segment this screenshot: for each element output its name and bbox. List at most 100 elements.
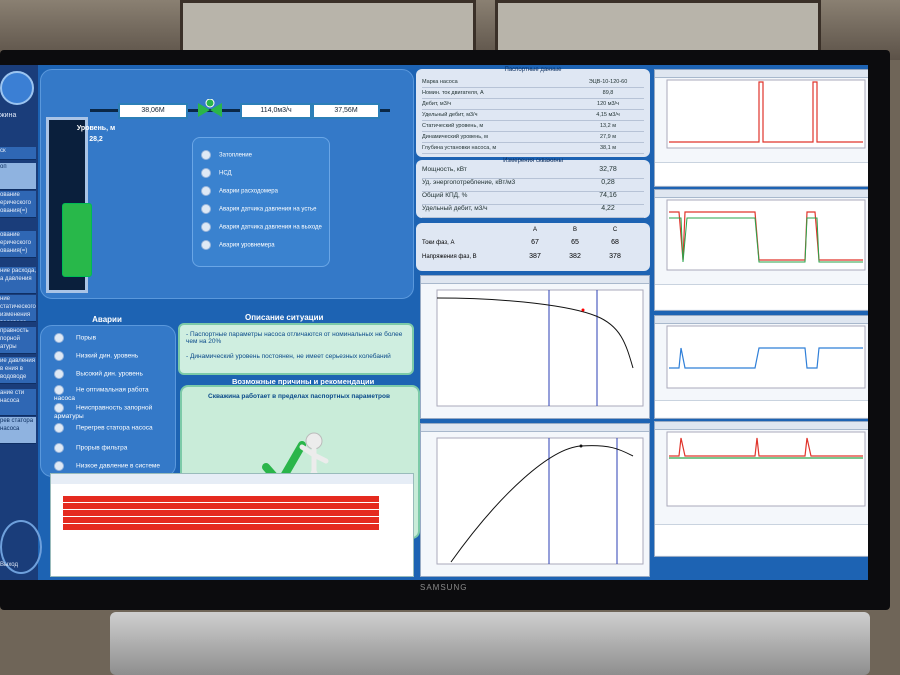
passport-row: Статический уровень, м 13,2 м	[422, 123, 644, 132]
current-b: 65	[571, 239, 579, 246]
monitor-brand: SAMSUNG	[420, 583, 468, 592]
pump-curve-chart-2[interactable]	[420, 423, 650, 577]
alarm-item-4: Неисправность запорной арматуры	[54, 403, 153, 420]
log-header	[51, 474, 413, 484]
screen: жина ск оп ование ерического ования(=) о…	[0, 65, 868, 580]
situation-title: Описание ситуации	[245, 313, 324, 322]
log-row[interactable]	[63, 524, 379, 530]
log-row[interactable]	[63, 503, 379, 509]
passport-title: Паспортные данные	[504, 67, 562, 73]
alarm-item-0: Порыв	[54, 333, 96, 343]
sidebar-item-8[interactable]: рев статора насоса	[0, 417, 36, 444]
log-row[interactable]	[63, 517, 379, 523]
situation-line-2: - Динамический уровень постоянен, не име…	[186, 353, 391, 360]
trend-legend-4	[655, 524, 868, 555]
lamp-icon	[54, 333, 64, 343]
alarm-item-6: Прорыв фильтра	[54, 443, 127, 453]
alarm-item-1: Низкий дин. уровень	[54, 351, 138, 361]
measurement-row: Общий КПД, % 74,16	[422, 192, 644, 205]
trend-chart-1[interactable]	[654, 69, 868, 187]
flow-value-1: 38,06М	[118, 103, 188, 119]
level-value: 28,2	[89, 136, 103, 143]
lamp-icon	[201, 150, 211, 160]
sidebar-item-1[interactable]: ование ерического ования(=)	[0, 191, 36, 218]
log-row[interactable]	[63, 496, 379, 502]
pump-curve-plot	[436, 289, 644, 407]
status-lamp-4: Авария датчика давления на выходе	[201, 222, 322, 232]
situation-box: - Паспортные параметры насоса отличаются…	[178, 323, 414, 375]
recommendation-text: Скважина работает в пределах паспортных …	[208, 393, 390, 400]
alarms-title: Аварии	[92, 315, 122, 324]
level-label: Уровень, м	[76, 125, 116, 132]
trend-legend-3	[655, 400, 868, 417]
status-lamps-panel: Затопление НСД Аварии расходомера Авария…	[192, 137, 330, 267]
trend-chart-2[interactable]	[654, 189, 868, 311]
sidebar-item-7[interactable]: ание сти насоса	[0, 389, 36, 416]
monitor-stand	[110, 612, 870, 675]
alarm-item-5: Перегрев статора насоса	[54, 423, 153, 433]
passport-row: Динамический уровень, м 27,9 м	[422, 134, 644, 143]
status-lamp-2: Аварии расходомера	[201, 186, 278, 196]
exit-button[interactable]: Выход	[0, 561, 38, 570]
voltage-b: 382	[569, 253, 581, 260]
trend-legend-2	[655, 284, 868, 309]
status-lamp-3: Авария датчика давления на устье	[201, 204, 317, 214]
measurement-row: Уд. энергопотребление, кВт/м3 0,28	[422, 179, 644, 192]
measurements-panel: Измерения скважины Мощность, кВт 32,78 Уд…	[416, 158, 650, 218]
passport-data-panel: Паспортные данные Марка насоса ЭЦВ-10-120…	[416, 67, 650, 157]
lamp-icon	[201, 186, 211, 196]
pump-curve-chart-1[interactable]	[420, 275, 650, 419]
passport-row: Дебит, м3/ч 120 м3/ч	[422, 101, 644, 110]
pump-icon	[62, 203, 92, 277]
passport-row: Удельный дебит, м3/ч 4,15 м3/ч	[422, 112, 644, 121]
back-button[interactable]: ск	[0, 147, 36, 160]
passport-row: Номин. ток двигателя, А 89,8	[422, 90, 644, 99]
phase-header-b: B	[572, 227, 577, 233]
flow-value-3: 37,56М	[312, 103, 380, 119]
lamp-icon	[201, 204, 211, 214]
trend-chart-4[interactable]	[654, 421, 868, 557]
phases-panel: A B C Токи фаз, А 67 65 68 Напряжения фа…	[416, 223, 650, 271]
lamp-icon	[54, 369, 64, 379]
sidebar-logo-text: жина	[0, 112, 17, 119]
trend-chart-3[interactable]	[654, 315, 868, 419]
flow-value-2: 114,0м3/ч	[240, 103, 312, 119]
chart-toolbar[interactable]	[655, 190, 868, 198]
chart-toolbar[interactable]	[421, 424, 649, 432]
status-lamp-0: Затопление	[201, 150, 252, 160]
phase-header-a: A	[532, 227, 537, 233]
currents-label: Токи фаз, А	[422, 240, 455, 246]
current-c: 68	[611, 239, 619, 246]
chart-toolbar[interactable]	[655, 316, 868, 324]
sidebar-item-0[interactable]: оп	[0, 163, 36, 190]
sidebar-item-4[interactable]: ние статического изменения водовода	[0, 295, 36, 322]
chart-toolbar[interactable]	[421, 276, 649, 284]
company-logo	[0, 71, 34, 105]
sidebar-item-3[interactable]: ние расхода, а давления	[0, 267, 36, 294]
passport-row: Глубина установки насоса, м 38,1 м	[422, 145, 644, 154]
trend-plot-4	[666, 431, 866, 507]
chart-toolbar[interactable]	[655, 422, 868, 430]
current-a: 67	[531, 239, 539, 246]
voltage-a: 387	[529, 253, 541, 260]
log-row[interactable]	[63, 510, 379, 516]
chart-toolbar[interactable]	[655, 70, 868, 78]
phase-header-c: C	[612, 227, 618, 233]
status-lamp-5: Авария уровнемера	[201, 240, 275, 250]
alarm-item-2: Высокий дин. уровень	[54, 369, 143, 379]
trend-plot-1	[666, 79, 866, 149]
sidebar-item-5[interactable]: правность порной атуры	[0, 327, 36, 354]
alarm-item-3: Не оптимальная работа насоса	[54, 385, 149, 402]
trend-plot-2	[666, 199, 866, 271]
lamp-icon	[201, 222, 211, 232]
status-lamp-1: НСД	[201, 168, 232, 178]
sidebar-item-6[interactable]: ие давления в ения в водоводе	[0, 357, 36, 384]
lamp-icon	[54, 351, 64, 361]
lamp-icon	[54, 385, 64, 395]
voltage-c: 378	[609, 253, 621, 260]
voltages-label: Напряжения фаз, В	[422, 254, 477, 260]
sidebar-item-2[interactable]: ование ерического ования(=)	[0, 231, 36, 258]
sidebar: жина ск оп ование ерического ования(=) о…	[0, 65, 42, 580]
measurement-row: Удельный дебит, м3/ч 4,22	[422, 205, 644, 218]
event-log[interactable]	[50, 473, 414, 577]
